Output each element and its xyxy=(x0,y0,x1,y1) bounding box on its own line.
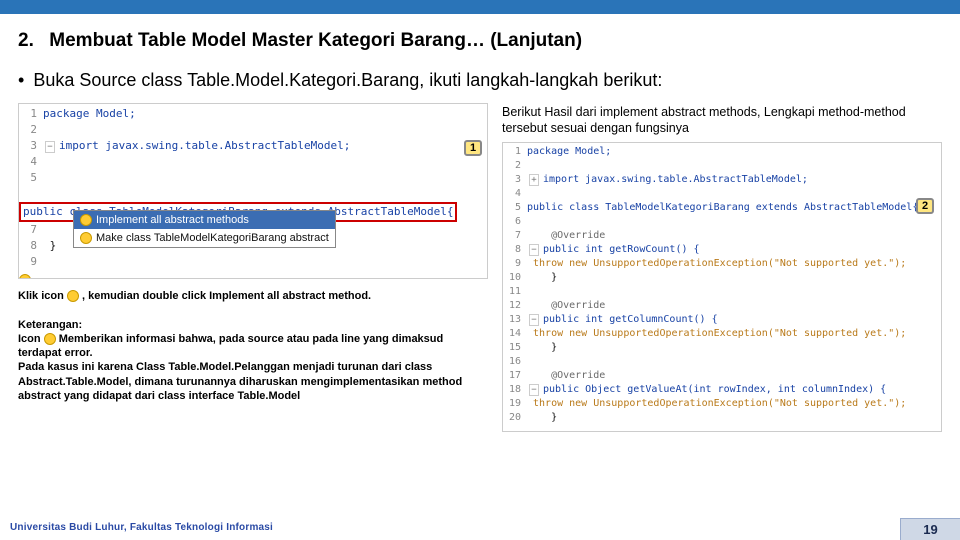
note-click-a: Klik icon xyxy=(18,290,67,302)
code1-line1: package Model; xyxy=(43,107,136,120)
popup-item-label: Implement all abstract methods xyxy=(96,212,249,228)
footer-institution: Universitas Budi Luhur, Fakultas Teknolo… xyxy=(0,518,283,540)
code-editor-2: 1package Model; 2 3+import javax.swing.t… xyxy=(502,142,942,432)
keterangan-head: Keterangan: xyxy=(18,319,82,331)
note-click-b: , kemudian double click Implement all ab… xyxy=(82,290,371,302)
code1-line3: import javax.swing.table.AbstractTableMo… xyxy=(59,139,350,152)
quickfix-popup: Implement all abstract methods Make clas… xyxy=(73,210,336,248)
instruction-text: Buka Source class Table.Model.Kategori.B… xyxy=(33,70,662,90)
left-column: 1package Model; 2 3−import javax.swing.t… xyxy=(18,103,488,432)
slide-title: 2. Membuat Table Model Master Kategori B… xyxy=(18,30,942,52)
lightbulb-icon xyxy=(67,290,79,302)
lightbulb-icon xyxy=(80,232,92,244)
slide-content: 2. Membuat Table Model Master Kategori B… xyxy=(0,14,960,432)
right-column: Berikut Hasil dari implement abstract me… xyxy=(502,103,942,432)
title-text: Membuat Table Model Master Kategori Bara… xyxy=(49,30,582,51)
step-badge-2: 2 xyxy=(916,198,934,214)
step-badge-1: 1 xyxy=(464,140,482,156)
lightbulb-icon xyxy=(44,333,56,345)
lightbulb-icon xyxy=(80,214,92,226)
keterangan-icon-a: Icon xyxy=(18,333,44,345)
bullet-dot: • xyxy=(18,70,24,90)
page-number: 19 xyxy=(900,518,960,540)
popup-item-label: Make class TableModelKategoriBarang abst… xyxy=(96,230,329,246)
title-number: 2. xyxy=(18,30,44,52)
left-notes: Klik icon , kemudian double click Implem… xyxy=(18,289,488,403)
quickfix-make-abstract[interactable]: Make class TableModelKategoriBarang abst… xyxy=(74,229,335,247)
keterangan-body: Pada kasus ini karena Class Table.Model.… xyxy=(18,361,462,402)
code-editor-1: 1package Model; 2 3−import javax.swing.t… xyxy=(18,103,488,279)
right-intro-text: Berikut Hasil dari implement abstract me… xyxy=(502,105,942,136)
slide-top-bar xyxy=(0,0,960,14)
instruction-bullet: • Buka Source class Table.Model.Kategori… xyxy=(18,70,942,91)
keterangan-icon-b: Memberikan informasi bahwa, pada source … xyxy=(18,333,443,359)
lightbulb-icon[interactable] xyxy=(19,274,31,279)
quickfix-implement-abstract[interactable]: Implement all abstract methods xyxy=(74,211,335,229)
